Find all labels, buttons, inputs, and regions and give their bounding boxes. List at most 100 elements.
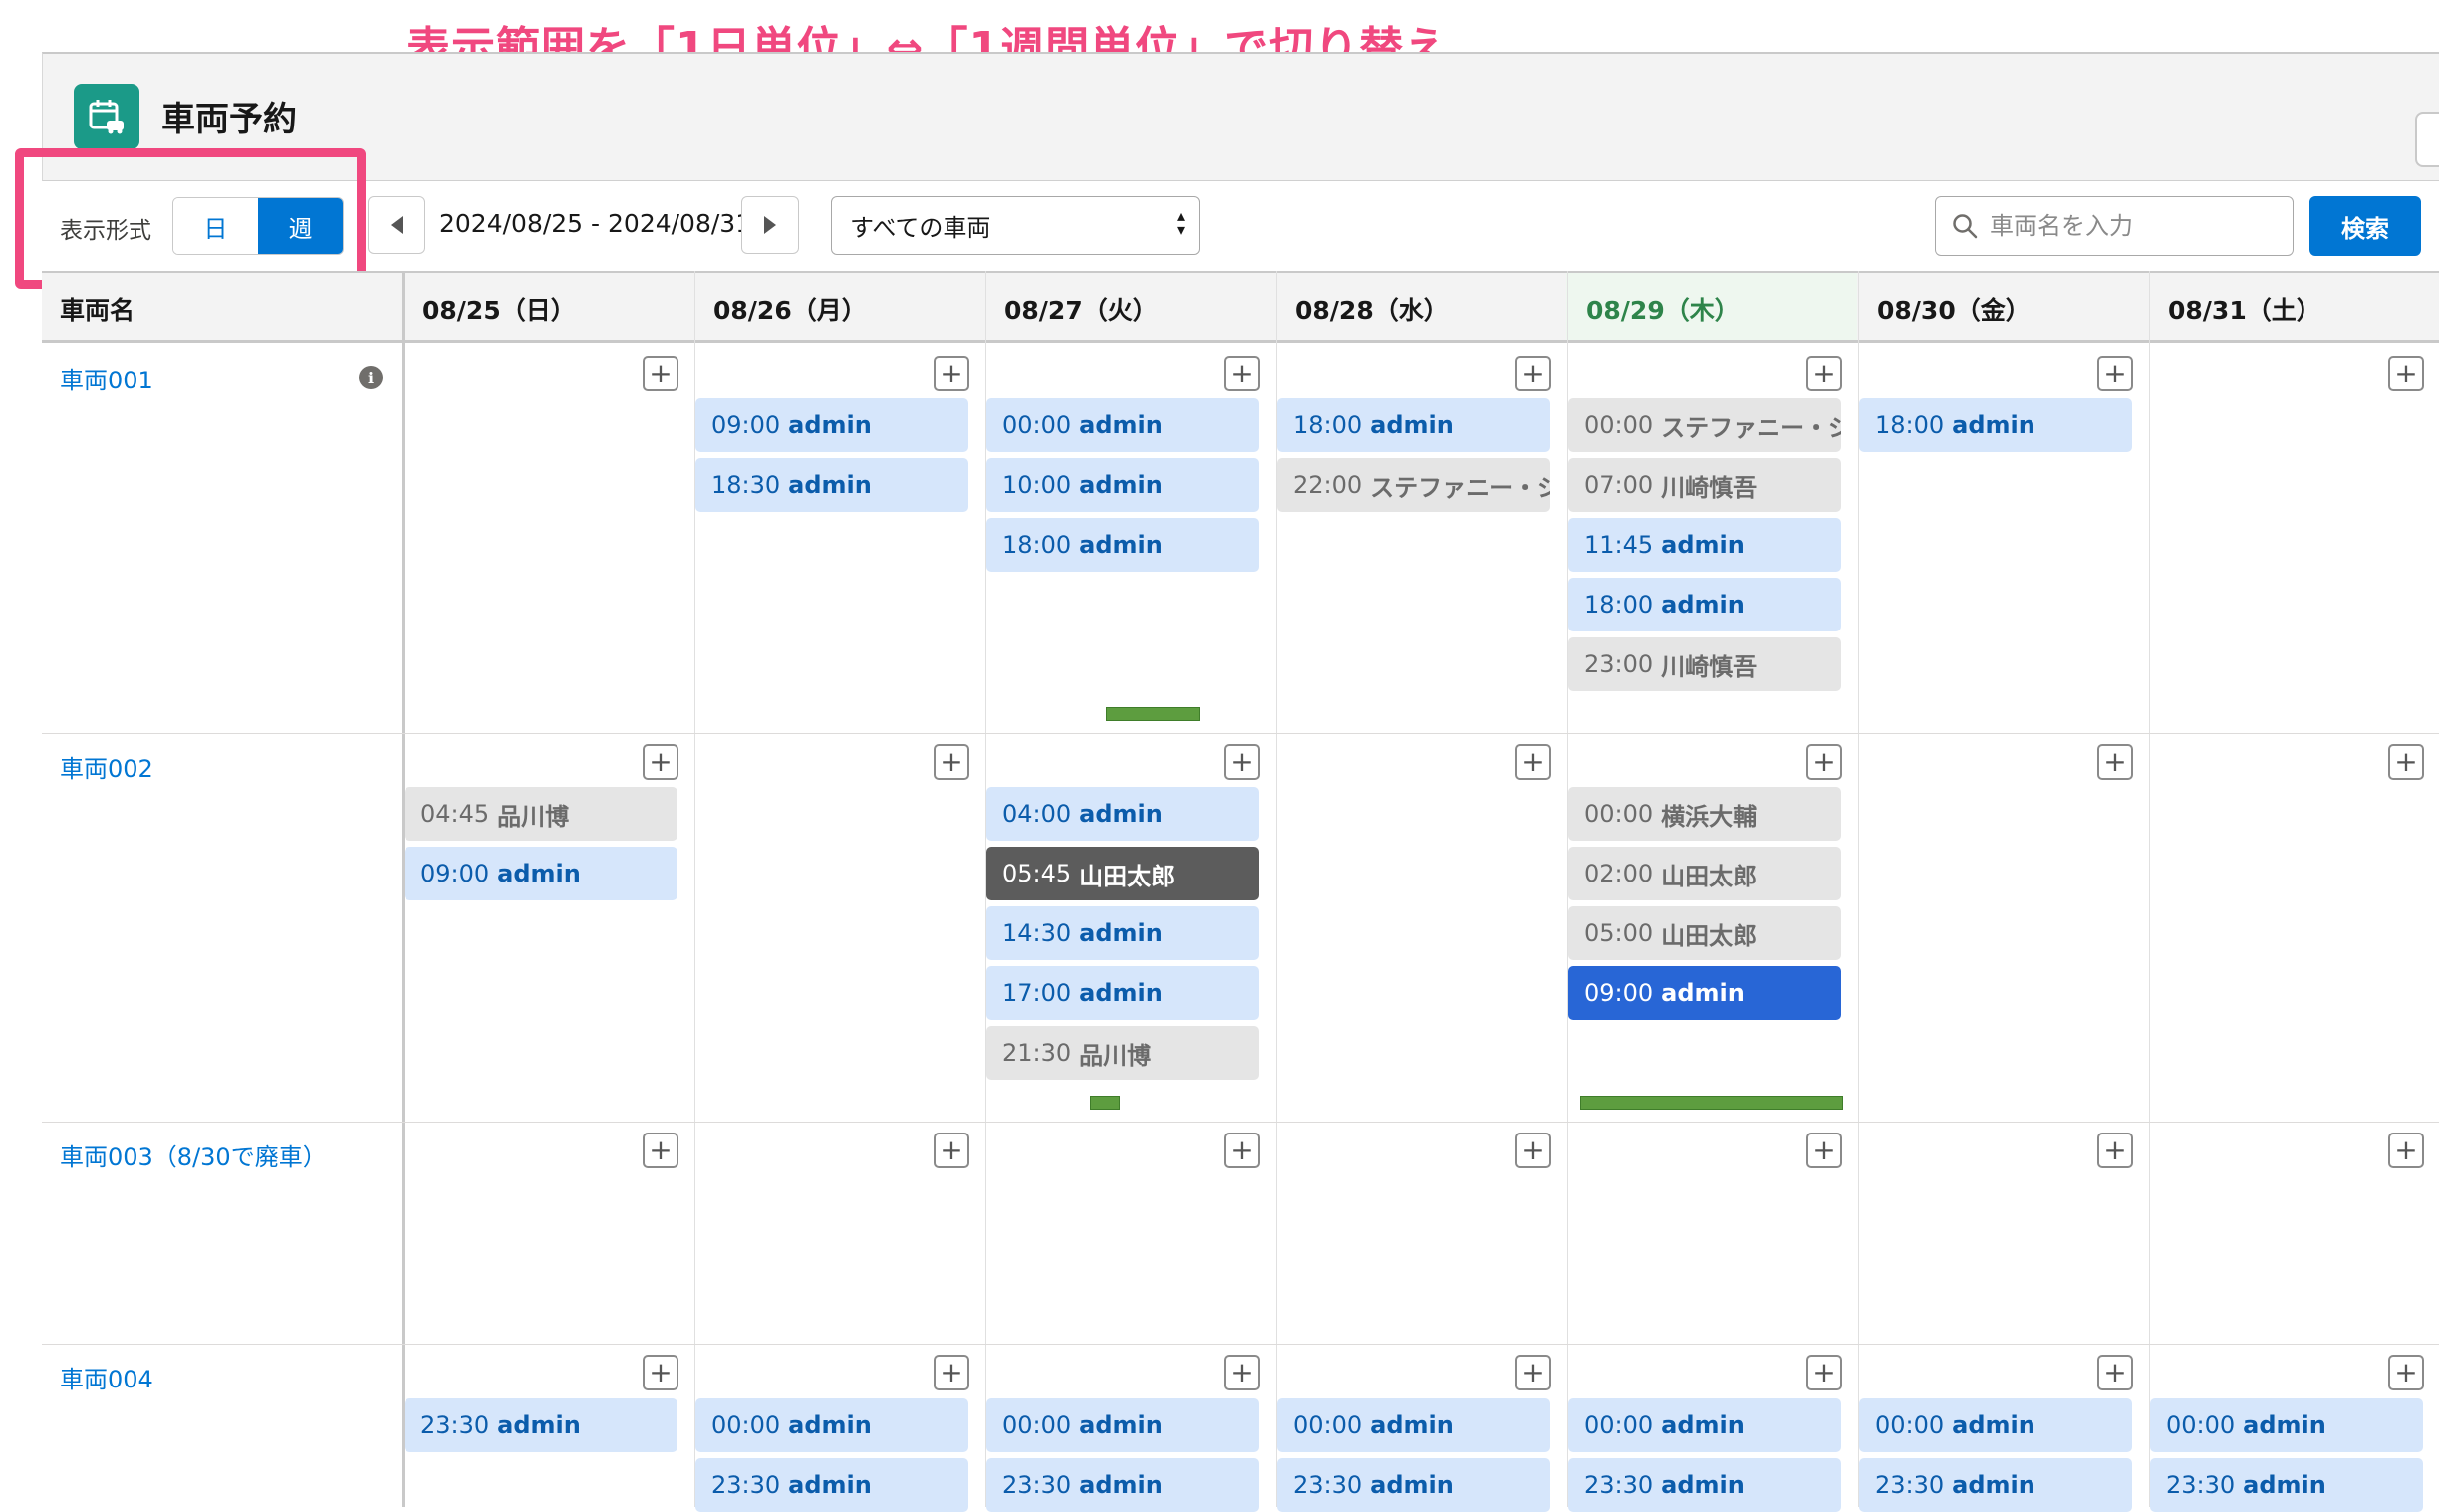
reservation-item[interactable]: 07:00 川崎慎吾 (1568, 458, 1841, 512)
reservation-item[interactable]: 23:30 admin (405, 1398, 678, 1452)
reservation-item[interactable]: 00:00 admin (695, 1398, 968, 1452)
add-reservation-button[interactable]: + (1515, 744, 1551, 780)
vehicle-column-header: 車両名 (60, 296, 136, 325)
add-reservation-button[interactable]: + (2097, 1133, 2133, 1168)
day-header: 08/30（金） (1877, 296, 2031, 325)
reservation-item[interactable]: 09:00 admin (695, 398, 968, 452)
reservation-item[interactable]: 00:00 横浜大輔 (1568, 787, 1841, 841)
page-header (42, 52, 2439, 181)
add-reservation-button[interactable]: + (2097, 1355, 2133, 1390)
add-reservation-button[interactable]: + (643, 356, 678, 391)
vehicle-search-box (1935, 196, 2294, 256)
reservation-item[interactable]: 23:30 admin (2150, 1458, 2423, 1512)
reservation-item[interactable]: 10:00 admin (986, 458, 1259, 512)
add-reservation-button[interactable]: + (1515, 1133, 1551, 1168)
vehicle-link[interactable]: 車両001 (60, 361, 153, 395)
vehicle-filter-select[interactable]: すべての車両 ▴ ▾ (831, 196, 1200, 255)
grid-divider (1858, 271, 1859, 1507)
info-icon[interactable]: i (359, 366, 383, 389)
add-reservation-button[interactable]: + (643, 1355, 678, 1390)
add-reservation-button[interactable]: + (2388, 1355, 2424, 1390)
add-reservation-button[interactable]: + (1224, 1133, 1260, 1168)
add-reservation-button[interactable]: + (1806, 1355, 1842, 1390)
annotation-highlight-box (15, 148, 366, 289)
reservation-item[interactable]: 23:30 admin (1568, 1458, 1841, 1512)
add-reservation-button[interactable]: + (2097, 744, 2133, 780)
reservation-item[interactable]: 18:00 admin (1568, 578, 1841, 631)
prev-week-button[interactable] (368, 196, 425, 254)
reservation-item[interactable]: 00:00 admin (986, 1398, 1259, 1452)
add-reservation-button[interactable]: + (934, 744, 969, 780)
reservation-item[interactable]: 23:30 admin (1859, 1458, 2132, 1512)
row-divider (42, 733, 2439, 734)
vehicle-link[interactable]: 車両003（8/30で廃車） (60, 1137, 327, 1172)
add-reservation-button[interactable]: + (1515, 1355, 1551, 1390)
add-reservation-button[interactable]: + (1806, 744, 1842, 780)
reservation-item[interactable]: 23:30 admin (695, 1458, 968, 1512)
add-reservation-button[interactable]: + (934, 1133, 969, 1168)
calendar-car-icon (74, 84, 139, 149)
reservation-item[interactable]: 00:00 admin (1859, 1398, 2132, 1452)
reservation-item[interactable]: 23:30 admin (986, 1458, 1259, 1512)
add-reservation-button[interactable]: + (643, 1133, 678, 1168)
add-reservation-button[interactable]: + (1806, 356, 1842, 391)
reservation-item[interactable]: 00:00 ステファニー・ジ (1568, 398, 1841, 452)
next-week-button[interactable] (741, 196, 799, 254)
vehicle-search-input[interactable] (1988, 211, 2277, 241)
vehicle-link[interactable]: 車両002 (60, 749, 153, 784)
vehicle-filter-value: すべての車両 (850, 214, 991, 242)
add-reservation-button[interactable]: + (1224, 744, 1260, 780)
reservation-item[interactable]: 17:00 admin (986, 966, 1259, 1020)
reservation-item[interactable]: 00:00 admin (1277, 1398, 1550, 1452)
day-header: 08/25（日） (422, 296, 576, 325)
select-updown-icon: ▴ ▾ (1176, 206, 1185, 239)
reservation-item[interactable]: 05:00 山田太郎 (1568, 906, 1841, 960)
reservation-item[interactable]: 00:00 admin (1568, 1398, 1841, 1452)
add-reservation-button[interactable]: + (1224, 1355, 1260, 1390)
reservation-item[interactable]: 04:45 品川博 (405, 787, 678, 841)
reservation-item[interactable]: 18:00 admin (986, 518, 1259, 572)
add-reservation-button[interactable]: + (2388, 1133, 2424, 1168)
reservation-item[interactable]: 09:00 admin (405, 847, 678, 900)
add-reservation-button[interactable]: + (1224, 356, 1260, 391)
add-reservation-button[interactable]: + (1515, 356, 1551, 391)
reservation-item[interactable]: 04:00 admin (986, 787, 1259, 841)
reservation-item[interactable]: 00:00 admin (2150, 1398, 2423, 1452)
add-reservation-button[interactable]: + (934, 356, 969, 391)
grid-divider (1276, 271, 1277, 1507)
add-reservation-button[interactable]: + (2097, 356, 2133, 391)
reservation-item[interactable]: 23:00 川崎慎吾 (1568, 637, 1841, 691)
add-reservation-button[interactable]: + (934, 1355, 969, 1390)
reservation-item-selected[interactable]: 05:45 山田太郎 (986, 847, 1259, 900)
day-header-today: 08/29（木） (1586, 296, 1740, 325)
reservation-item[interactable]: 00:00 admin (986, 398, 1259, 452)
vehicle-link[interactable]: 車両004 (60, 1360, 153, 1394)
day-header: 08/27（火） (1004, 296, 1158, 325)
day-header: 08/26（月） (713, 296, 867, 325)
search-button[interactable]: 検索 (2309, 196, 2421, 256)
reservation-item[interactable]: 21:30 品川博 (986, 1026, 1259, 1080)
usage-bar (1090, 1096, 1120, 1110)
reservation-item[interactable]: 23:30 admin (1277, 1458, 1550, 1512)
grid-divider (694, 271, 695, 1507)
reservation-item[interactable]: 18:00 admin (1277, 398, 1550, 452)
search-icon (1953, 214, 1978, 239)
row-divider (42, 1122, 2439, 1123)
reservation-item[interactable]: 18:30 admin (695, 458, 968, 512)
add-reservation-button[interactable]: + (1806, 1133, 1842, 1168)
usage-bar (1580, 1096, 1843, 1110)
day-header: 08/28（水） (1295, 296, 1449, 325)
reservation-item[interactable]: 14:30 admin (986, 906, 1259, 960)
reservation-item[interactable]: 02:00 山田太郎 (1568, 847, 1841, 900)
page-title: 車両予約 (161, 100, 297, 139)
add-reservation-button[interactable]: + (643, 744, 678, 780)
grid-divider (2149, 271, 2150, 1507)
add-reservation-button[interactable]: + (2388, 744, 2424, 780)
reservation-item-highlighted[interactable]: 09:00 admin (1568, 966, 1841, 1020)
side-panel-toggle[interactable] (2415, 112, 2439, 167)
caret-right-icon (764, 216, 776, 234)
reservation-item[interactable]: 18:00 admin (1859, 398, 2132, 452)
reservation-item[interactable]: 11:45 admin (1568, 518, 1841, 572)
reservation-item[interactable]: 22:00 ステファニー・ジ (1277, 458, 1550, 512)
add-reservation-button[interactable]: + (2388, 356, 2424, 391)
